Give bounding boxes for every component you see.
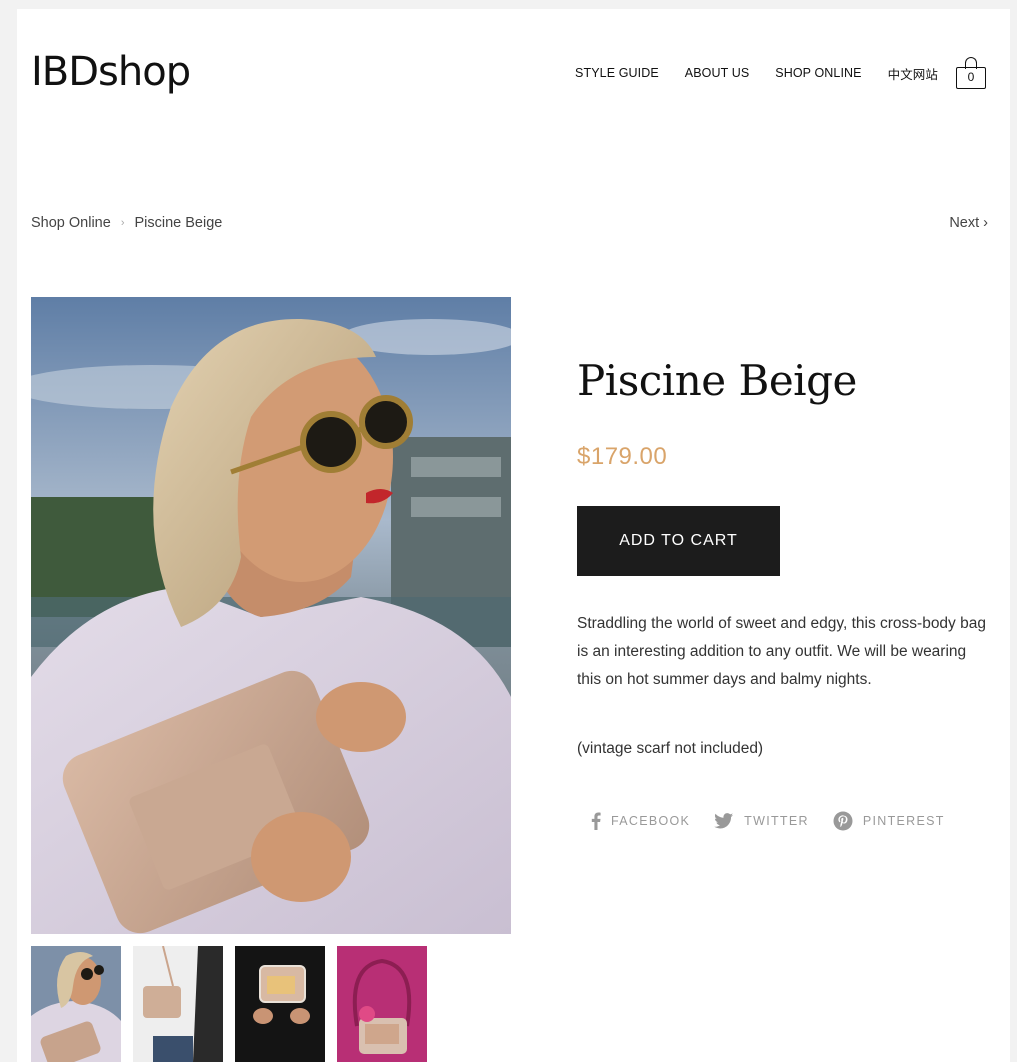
nav-chinese-site[interactable]: 中文网站 — [888, 64, 938, 83]
nav-about-us[interactable]: ABOUT US — [685, 66, 749, 80]
share-pinterest[interactable]: PINTEREST — [833, 811, 945, 831]
breadcrumb-current: Piscine Beige — [134, 215, 223, 231]
nav-shop-online[interactable]: SHOP ONLINE — [775, 66, 861, 80]
thumbnail-4[interactable] — [337, 946, 427, 1062]
share-twitter-label: TWITTER — [744, 814, 809, 828]
thumbnail-3[interactable] — [235, 946, 325, 1062]
cart-button[interactable]: 0 — [954, 53, 988, 93]
product-description: Straddling the world of sweet and edgy, … — [577, 615, 986, 688]
thumbnail-2[interactable] — [133, 946, 223, 1062]
product-main-image[interactable] — [31, 297, 511, 934]
add-to-cart-button[interactable]: ADD TO CART — [577, 506, 780, 576]
thumbnail-1[interactable] — [31, 946, 121, 1062]
share-facebook[interactable]: FACEBOOK — [591, 812, 690, 830]
product-title: Piscine Beige — [577, 356, 857, 405]
next-product-link[interactable]: Next › — [949, 215, 988, 231]
share-facebook-label: FACEBOOK — [611, 814, 691, 828]
share-pinterest-label: PINTEREST — [862, 814, 945, 828]
share-twitter[interactable]: TWITTER — [714, 813, 809, 829]
cart-count: 0 — [956, 67, 986, 89]
main-nav: STYLE GUIDE ABOUT US SHOP ONLINE 中文网站 0 — [575, 53, 988, 93]
page: IBDshop STYLE GUIDE ABOUT US SHOP ONLINE… — [17, 9, 1010, 1062]
facebook-icon — [591, 812, 601, 830]
nav-style-guide[interactable]: STYLE GUIDE — [575, 66, 659, 80]
twitter-icon — [714, 813, 734, 829]
breadcrumb-shop-online[interactable]: Shop Online — [31, 215, 111, 231]
share-links: FACEBOOK TWITTER PINTEREST — [591, 811, 969, 831]
thumbnail-strip — [31, 946, 439, 1062]
product-photo — [31, 297, 511, 934]
product-price: $179.00 — [577, 443, 668, 470]
breadcrumb-separator: › — [120, 217, 125, 229]
pinterest-icon — [833, 811, 853, 831]
product-note: (vintage scarf not included) — [577, 740, 764, 757]
breadcrumb: Shop Online › Piscine Beige — [31, 215, 222, 231]
site-logo[interactable]: IBDshop — [31, 49, 191, 95]
